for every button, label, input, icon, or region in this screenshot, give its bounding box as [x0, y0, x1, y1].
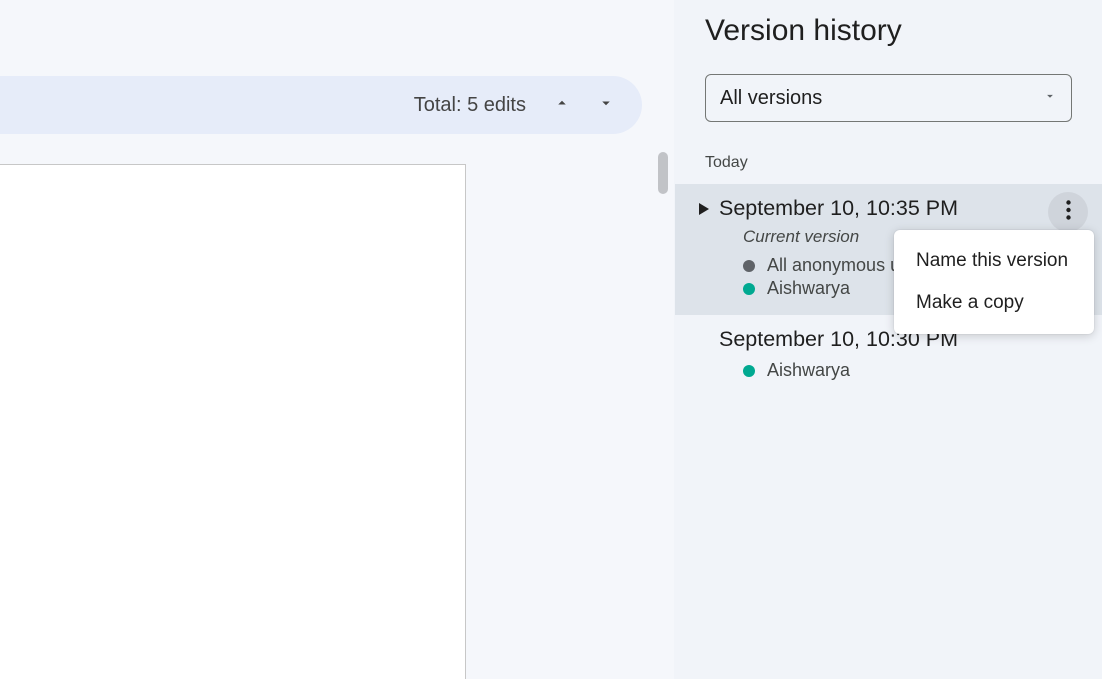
- editor-name: Aishwarya: [767, 278, 850, 299]
- app-root: Total: 5 edits roduct Tour for -by-Step …: [0, 0, 1102, 679]
- body-line: hat engages users, showcases key: [0, 657, 395, 679]
- body-line: rates value, and helps them: [0, 574, 395, 606]
- body-line: your SaaS platform, and a: [0, 510, 395, 542]
- scrollbar-thumb[interactable]: [658, 152, 668, 194]
- caret-down-icon: [1043, 89, 1057, 108]
- document-page: roduct Tour for -by-Step Guide your SaaS…: [0, 164, 466, 679]
- document-paragraph: your SaaS platform, and a sfied customer…: [0, 510, 395, 605]
- editor-color-dot: [743, 365, 755, 377]
- version-history-panel: Version history All versions Today Septe…: [674, 0, 1102, 679]
- edits-summary-bar: Total: 5 edits: [0, 76, 642, 134]
- editor-row: Aishwarya: [743, 360, 1072, 381]
- version-context-menu: Name this version Make a copy: [894, 230, 1094, 334]
- next-edit-button[interactable]: [586, 85, 626, 125]
- prev-edit-button[interactable]: [542, 85, 582, 125]
- editor-name: Aishwarya: [767, 360, 850, 381]
- filter-selected-label: All versions: [720, 87, 822, 110]
- version-more-button[interactable]: [1048, 192, 1088, 232]
- document-area: Total: 5 edits roduct Tour for -by-Step …: [0, 0, 674, 679]
- title-line: -by-Step Guide: [0, 401, 395, 459]
- editor-color-dot: [743, 283, 755, 295]
- menu-make-copy[interactable]: Make a copy: [894, 282, 1094, 324]
- version-filter-select[interactable]: All versions: [705, 74, 1072, 122]
- document-paragraph: hat engages users, showcases key: [0, 657, 395, 679]
- panel-title: Version history: [675, 0, 1102, 48]
- edits-count-label: Total: 5 edits: [414, 94, 526, 117]
- menu-name-version[interactable]: Name this version: [894, 240, 1094, 282]
- chevron-down-icon: [597, 94, 615, 117]
- editor-color-dot: [743, 260, 755, 272]
- version-header: September 10, 10:35 PM: [697, 196, 1072, 221]
- body-line: sfied customer and one who quickly: [0, 542, 395, 574]
- chevron-up-icon: [553, 94, 571, 117]
- document-title: roduct Tour for -by-Step Guide: [0, 325, 395, 458]
- more-vert-icon: [1066, 200, 1071, 225]
- version-timestamp: September 10, 10:35 PM: [719, 196, 958, 221]
- group-label-today: Today: [675, 122, 1102, 184]
- expand-icon[interactable]: [697, 203, 711, 215]
